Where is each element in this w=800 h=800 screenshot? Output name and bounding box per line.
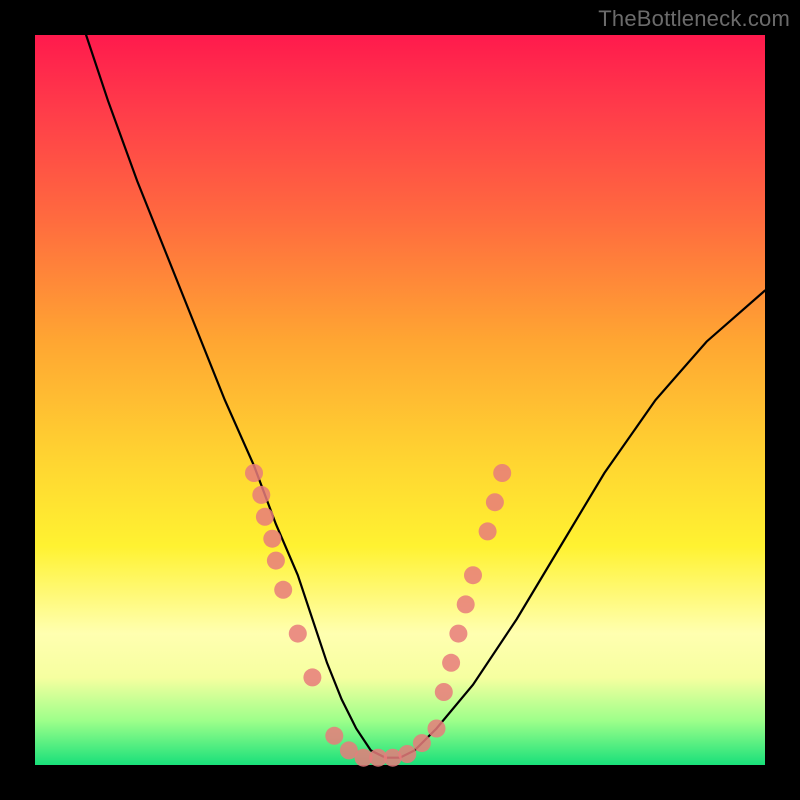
data-point [263,530,281,548]
data-point [303,668,321,686]
watermark-text: TheBottleneck.com [598,6,790,32]
data-point [457,595,475,613]
data-point [256,508,274,526]
data-point [486,493,504,511]
data-point [428,720,446,738]
data-point [325,727,343,745]
data-point [493,464,511,482]
data-point [245,464,263,482]
data-point [479,522,497,540]
data-points [245,464,511,767]
data-point [464,566,482,584]
data-point [442,654,460,672]
data-point [413,734,431,752]
data-point [274,581,292,599]
data-point [398,745,416,763]
curve-svg [35,35,765,765]
chart-frame: TheBottleneck.com [0,0,800,800]
data-point [435,683,453,701]
plot-area [35,35,765,765]
bottleneck-curve [86,35,765,758]
data-point [449,625,467,643]
data-point [252,486,270,504]
data-point [267,552,285,570]
data-point [289,625,307,643]
